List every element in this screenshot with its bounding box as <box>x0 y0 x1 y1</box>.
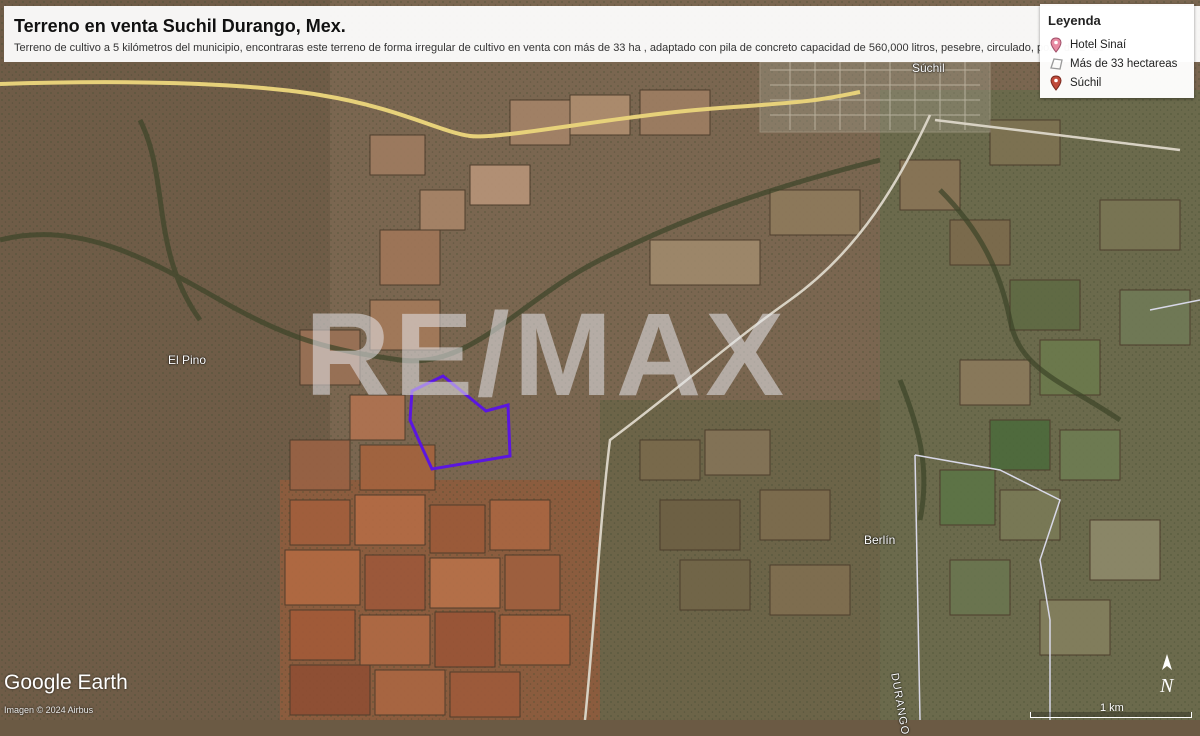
description-text: Terreno de cultivo a 5 kilómetros del mu… <box>14 42 1105 54</box>
pin-icon <box>1048 75 1070 91</box>
imagery-credit: Imagen © 2024 Airbus <box>4 705 94 715</box>
legend-item-parcel[interactable]: Más de 33 hectareas <box>1048 55 1177 73</box>
polygon-outline-icon <box>1048 56 1070 72</box>
legend-item-hotel[interactable]: Hotel Sinaí <box>1048 36 1126 54</box>
place-label-berlin[interactable]: Berlín <box>864 533 895 547</box>
pin-icon <box>1048 37 1070 53</box>
scale-bar: 1 km <box>1030 702 1196 718</box>
place-label-suchil[interactable]: Súchil <box>912 61 945 75</box>
legend-panel: Leyenda Hotel Sinaí Más de 33 hectareas … <box>1040 4 1194 98</box>
north-letter: N <box>1159 675 1175 696</box>
placemark-info-panel: Terreno en venta Suchil Durango, Mex. Te… <box>4 6 1200 62</box>
google-earth-logo: Google Earth <box>4 671 128 694</box>
remax-watermark: RE/MAX <box>305 289 788 421</box>
legend-label: Hotel Sinaí <box>1070 39 1127 51</box>
place-label-el-pino[interactable]: El Pino <box>168 353 206 367</box>
scale-label: 1 km <box>1100 702 1124 714</box>
north-arrow-icon[interactable]: N <box>1152 652 1182 697</box>
legend-label: Súchil <box>1070 77 1102 89</box>
legend-label: Más de 33 hectareas <box>1070 58 1178 70</box>
legend-item-suchil[interactable]: Súchil <box>1048 74 1101 92</box>
page-title: Terreno en venta Suchil Durango, Mex. <box>14 16 346 36</box>
legend-title: Leyenda <box>1048 13 1101 28</box>
